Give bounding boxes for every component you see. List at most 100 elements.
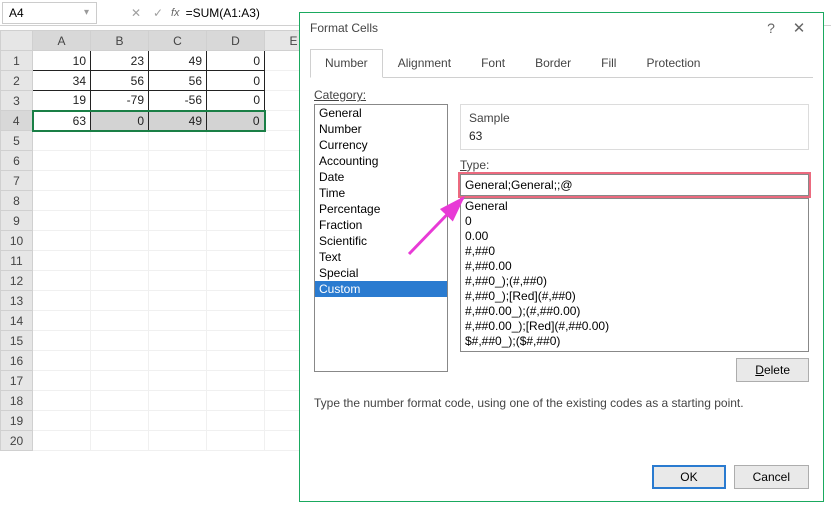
row-header[interactable]: 18	[1, 391, 33, 411]
tab-fill[interactable]: Fill	[586, 49, 631, 77]
format-item[interactable]: 0	[461, 214, 808, 229]
cell[interactable]	[33, 171, 91, 191]
cell[interactable]	[149, 251, 207, 271]
cell[interactable]	[33, 211, 91, 231]
cell[interactable]	[207, 191, 265, 211]
select-all-corner[interactable]	[1, 31, 33, 51]
row-header[interactable]: 14	[1, 311, 33, 331]
category-item[interactable]: Scientific	[315, 233, 447, 249]
row-header[interactable]: 1	[1, 51, 33, 71]
cell[interactable]	[33, 291, 91, 311]
cell[interactable]	[91, 131, 149, 151]
cell[interactable]: 0	[91, 111, 149, 131]
format-item[interactable]: #,##0.00_);(#,##0.00)	[461, 304, 808, 319]
cell[interactable]	[149, 211, 207, 231]
cell[interactable]: 63	[33, 111, 91, 131]
category-item[interactable]: Accounting	[315, 153, 447, 169]
format-item[interactable]: $#,##0_);[Red]($#,##0)	[461, 349, 808, 352]
category-item[interactable]: Date	[315, 169, 447, 185]
cell[interactable]	[91, 351, 149, 371]
category-item[interactable]: General	[315, 105, 447, 121]
row-header[interactable]: 15	[1, 331, 33, 351]
format-item[interactable]: #,##0	[461, 244, 808, 259]
type-input[interactable]	[460, 174, 809, 196]
tab-border[interactable]: Border	[520, 49, 586, 77]
cell[interactable]	[33, 191, 91, 211]
cell[interactable]	[91, 151, 149, 171]
cell[interactable]: 0	[207, 111, 265, 131]
cell[interactable]	[207, 171, 265, 191]
help-icon[interactable]: ?	[757, 20, 785, 36]
cell[interactable]	[91, 171, 149, 191]
cell[interactable]	[207, 211, 265, 231]
cell[interactable]	[33, 131, 91, 151]
cell[interactable]	[91, 251, 149, 271]
tab-alignment[interactable]: Alignment	[383, 49, 466, 77]
cell[interactable]	[149, 331, 207, 351]
accept-formula-icon[interactable]: ✓	[147, 2, 169, 24]
category-item[interactable]: Text	[315, 249, 447, 265]
cell[interactable]: 0	[207, 91, 265, 111]
cell[interactable]	[33, 331, 91, 351]
format-code-list[interactable]: General00.00#,##0#,##0.00#,##0_);(#,##0)…	[460, 198, 809, 352]
cell[interactable]	[149, 351, 207, 371]
cell[interactable]	[33, 371, 91, 391]
cell[interactable]	[91, 311, 149, 331]
cell[interactable]	[207, 291, 265, 311]
row-header[interactable]: 2	[1, 71, 33, 91]
category-item[interactable]: Currency	[315, 137, 447, 153]
cell[interactable]: 34	[33, 71, 91, 91]
cell[interactable]	[149, 431, 207, 451]
row-header[interactable]: 12	[1, 271, 33, 291]
row-header[interactable]: 16	[1, 351, 33, 371]
col-header[interactable]: A	[33, 31, 91, 51]
format-item[interactable]: #,##0.00_);[Red](#,##0.00)	[461, 319, 808, 334]
row-header[interactable]: 17	[1, 371, 33, 391]
cell[interactable]	[207, 411, 265, 431]
name-box[interactable]: A4 ▾	[2, 2, 97, 24]
format-item[interactable]: 0.00	[461, 229, 808, 244]
format-item[interactable]: #,##0_);[Red](#,##0)	[461, 289, 808, 304]
spreadsheet-grid[interactable]: ABCDE1102349023456560319-79-560463049056…	[0, 30, 323, 451]
cell[interactable]	[33, 431, 91, 451]
cell[interactable]	[149, 231, 207, 251]
row-header[interactable]: 9	[1, 211, 33, 231]
cell[interactable]: 10	[33, 51, 91, 71]
cell[interactable]	[207, 431, 265, 451]
cell[interactable]	[149, 311, 207, 331]
cell[interactable]: 56	[149, 71, 207, 91]
col-header[interactable]: B	[91, 31, 149, 51]
col-header[interactable]: D	[207, 31, 265, 51]
cell[interactable]: -79	[91, 91, 149, 111]
row-header[interactable]: 8	[1, 191, 33, 211]
cell[interactable]	[207, 251, 265, 271]
cell[interactable]	[207, 151, 265, 171]
row-header[interactable]: 10	[1, 231, 33, 251]
cell[interactable]	[207, 391, 265, 411]
cell[interactable]: -56	[149, 91, 207, 111]
cell[interactable]	[149, 411, 207, 431]
row-header[interactable]: 5	[1, 131, 33, 151]
row-header[interactable]: 11	[1, 251, 33, 271]
fx-label[interactable]: fx	[171, 7, 180, 19]
cell[interactable]	[33, 271, 91, 291]
cell[interactable]	[33, 151, 91, 171]
tab-font[interactable]: Font	[466, 49, 520, 77]
chevron-down-icon[interactable]: ▾	[84, 7, 94, 21]
cell[interactable]	[149, 151, 207, 171]
category-list[interactable]: GeneralNumberCurrencyAccountingDateTimeP…	[314, 104, 448, 372]
format-item[interactable]: #,##0.00	[461, 259, 808, 274]
cell[interactable]: 49	[149, 51, 207, 71]
cell[interactable]	[207, 131, 265, 151]
cell[interactable]	[91, 331, 149, 351]
cell[interactable]	[149, 391, 207, 411]
category-item[interactable]: Percentage	[315, 201, 447, 217]
cell[interactable]	[207, 351, 265, 371]
cell[interactable]	[33, 231, 91, 251]
cell[interactable]: 23	[91, 51, 149, 71]
category-item[interactable]: Number	[315, 121, 447, 137]
row-header[interactable]: 13	[1, 291, 33, 311]
cell[interactable]	[91, 211, 149, 231]
cell[interactable]	[91, 431, 149, 451]
cell[interactable]: 0	[207, 71, 265, 91]
